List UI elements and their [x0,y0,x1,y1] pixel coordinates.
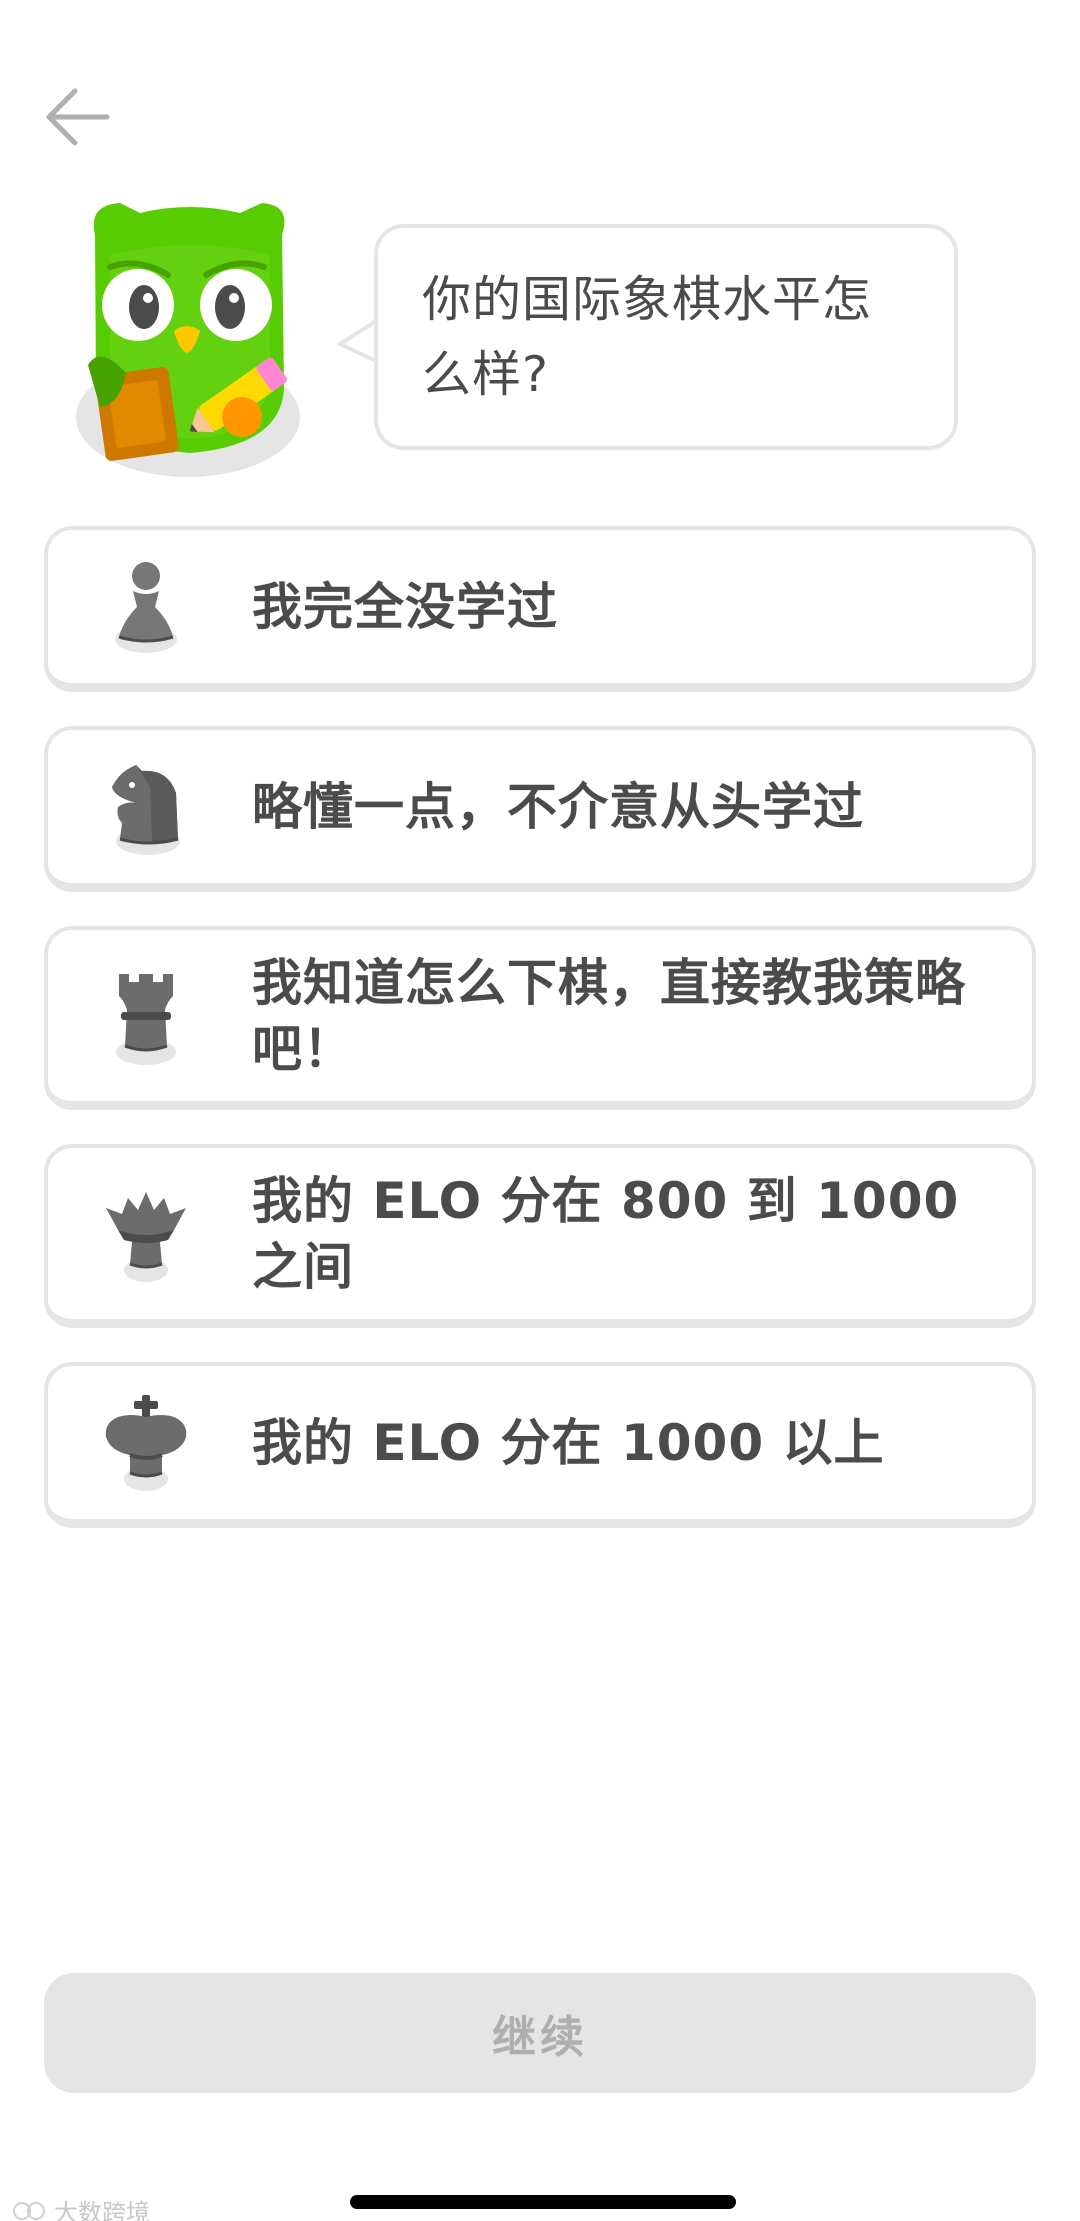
speech-bubble: 你的国际象棋水平怎么样? [374,224,958,450]
chess-king-icon [98,1388,194,1498]
option-elo-over-1000[interactable]: 我的 ELO 分在 1000 以上 [44,1362,1036,1528]
duo-owl-mascot [70,195,310,485]
option-never-learned[interactable]: 我完全没学过 [44,526,1036,692]
watermark: 大数跨境 [12,2193,150,2221]
chess-knight-icon [98,752,194,862]
option-label: 我的 ELO 分在 1000 以上 [252,1413,885,1472]
chess-rook-icon [98,961,194,1071]
option-label: 略懂一点，不介意从头学过 [252,777,864,836]
chess-level-screen: 你的国际象棋水平怎么样? 我完全没学过 略懂一点，不介意从头学过 我知道怎么下棋… [0,0,1080,2221]
option-label: 我的 ELO 分在 800 到 1000 之间 [252,1171,960,1296]
question-text: 你的国际象棋水平怎么样? [422,271,873,403]
option-label: 我知道怎么下棋，直接教我策略吧！ [252,953,966,1078]
arrow-left-icon [46,88,110,146]
option-elo-800-1000[interactable]: 我的 ELO 分在 800 到 1000 之间 [44,1144,1036,1328]
option-know-a-little[interactable]: 略懂一点，不介意从头学过 [44,726,1036,892]
option-know-how-to-play[interactable]: 我知道怎么下棋，直接教我策略吧！ [44,926,1036,1110]
chess-pawn-icon [98,552,194,662]
continue-button[interactable]: 继续 [44,1973,1036,2093]
back-button[interactable] [40,82,116,152]
chess-queen-icon [98,1179,194,1289]
home-indicator[interactable] [350,2195,736,2209]
watermark-logo-icon [13,2201,45,2220]
option-label: 我完全没学过 [252,577,558,636]
watermark-text: 大数跨境 [54,2199,150,2221]
